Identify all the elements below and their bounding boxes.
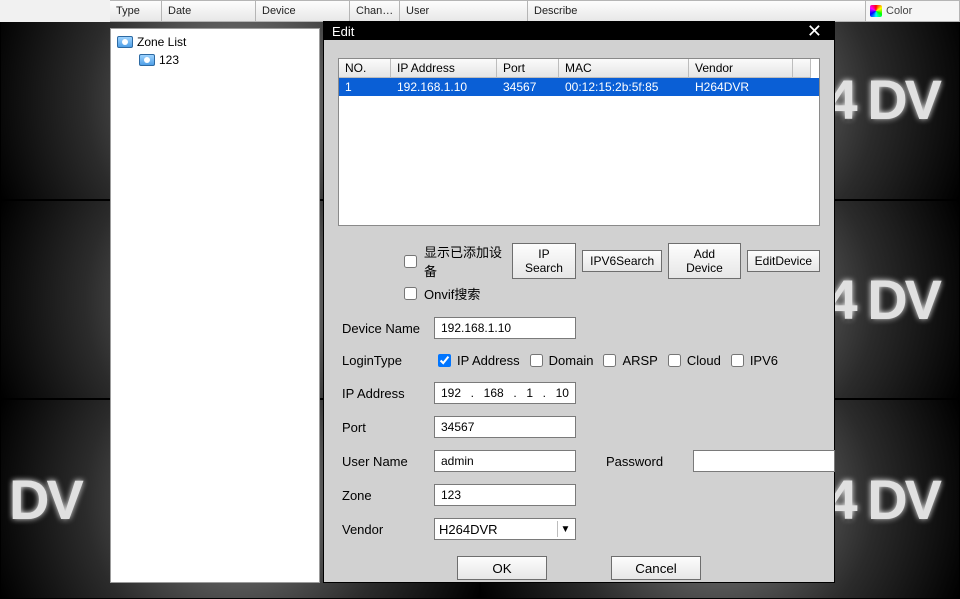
device-name-label: Device Name xyxy=(342,321,426,336)
zone-label: Zone xyxy=(342,488,426,503)
login-type-label: LoginType xyxy=(342,353,426,368)
dialog-buttons: OK Cancel xyxy=(338,556,820,580)
log-col-chan[interactable]: Chan… xyxy=(350,0,400,22)
col-port[interactable]: Port xyxy=(497,59,559,78)
log-col-user[interactable]: User xyxy=(400,0,528,22)
chevron-down-icon: ▼ xyxy=(557,521,573,537)
right-tool-color[interactable]: Color xyxy=(865,0,960,22)
user-name-input[interactable] xyxy=(434,450,576,472)
login-type-domain[interactable]: Domain xyxy=(526,351,594,370)
password-input[interactable] xyxy=(693,450,835,472)
show-added-checkbox[interactable]: 显示已添加设备 xyxy=(400,242,506,280)
log-header: Type Date Device Chan… User Describe xyxy=(0,0,960,22)
ip-address-label: IP Address xyxy=(342,386,426,401)
password-label: Password xyxy=(606,454,663,469)
zone-root[interactable]: Zone List xyxy=(117,33,313,51)
login-type-ip[interactable]: IP Address xyxy=(434,351,520,370)
login-type-arsp[interactable]: ARSP xyxy=(599,351,657,370)
cell-vendor: H264DVR xyxy=(689,78,793,96)
table-row[interactable]: 1 192.168.1.10 34567 00:12:15:2b:5f:85 H… xyxy=(339,78,819,96)
vendor-value: H264DVR xyxy=(439,522,498,537)
zone-item-label: 123 xyxy=(159,53,179,67)
cancel-button[interactable]: Cancel xyxy=(611,556,701,580)
port-label: Port xyxy=(342,420,426,435)
ip-search-button[interactable]: IP Search xyxy=(512,243,576,279)
vendor-label: Vendor xyxy=(342,522,426,537)
close-icon[interactable]: ✕ xyxy=(803,22,826,40)
ok-button[interactable]: OK xyxy=(457,556,547,580)
zone-item[interactable]: 123 xyxy=(117,51,313,69)
device-table: NO. IP Address Port MAC Vendor 1 192.168… xyxy=(338,58,820,226)
log-col-type[interactable]: Type xyxy=(110,0,162,22)
port-input[interactable] xyxy=(434,416,576,438)
dialog-titlebar[interactable]: Edit ✕ xyxy=(324,22,834,40)
zone-list-panel: Zone List 123 xyxy=(110,28,320,583)
log-col-device[interactable]: Device xyxy=(256,0,350,22)
color-wheel-icon xyxy=(870,5,882,17)
onvif-search-checkbox[interactable]: Onvif搜索 xyxy=(400,284,480,303)
col-mac[interactable]: MAC xyxy=(559,59,689,78)
dialog-title: Edit xyxy=(332,24,354,39)
cell-mac: 00:12:15:2b:5f:85 xyxy=(559,78,689,96)
cell-ip: 192.168.1.10 xyxy=(391,78,497,96)
login-type-cloud[interactable]: Cloud xyxy=(664,351,721,370)
user-name-label: User Name xyxy=(342,454,426,469)
add-device-button[interactable]: Add Device xyxy=(668,243,740,279)
zone-input[interactable] xyxy=(434,484,576,506)
col-vendor[interactable]: Vendor xyxy=(689,59,793,78)
device-form: Device Name LoginType IP Address Domain … xyxy=(338,317,820,540)
col-no[interactable]: NO. xyxy=(339,59,391,78)
folder-icon xyxy=(117,36,133,48)
ipv6-search-button[interactable]: IPV6Search xyxy=(582,250,662,272)
vendor-select[interactable]: H264DVR ▼ xyxy=(434,518,576,540)
zone-root-label: Zone List xyxy=(137,35,186,49)
edit-dialog: Edit ✕ NO. IP Address Port MAC Vendor 1 … xyxy=(324,22,834,582)
search-toolbar: 显示已添加设备 IP Search IPV6Search Add Device … xyxy=(338,242,820,303)
cell-no: 1 xyxy=(339,78,391,96)
login-type-ipv6[interactable]: IPV6 xyxy=(727,351,778,370)
device-name-input[interactable] xyxy=(434,317,576,339)
ip-address-input[interactable]: 192. 168. 1. 10 xyxy=(434,382,576,404)
edit-device-button[interactable]: EditDevice xyxy=(747,250,820,272)
log-col-date[interactable]: Date xyxy=(162,0,256,22)
cell-port: 34567 xyxy=(497,78,559,96)
folder-icon xyxy=(139,54,155,66)
col-ip[interactable]: IP Address xyxy=(391,59,497,78)
